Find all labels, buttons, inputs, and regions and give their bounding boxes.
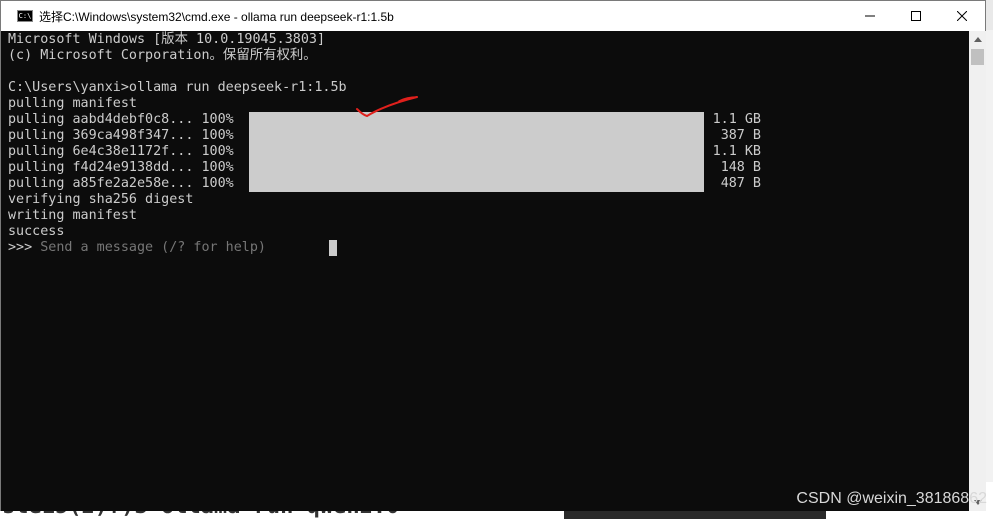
- pull-size: 148 B: [720, 160, 761, 175]
- pull-size: 387 B: [720, 128, 761, 143]
- console-line: verifying sha256 digest: [8, 192, 194, 207]
- scroll-up-button[interactable]: [969, 31, 986, 48]
- minimize-button[interactable]: [847, 1, 893, 31]
- maximize-button[interactable]: [893, 1, 939, 31]
- console-line: C:\Users\yanxi>ollama run deepseek-r1:1.…: [8, 80, 347, 95]
- pull-size: 1.1 GB: [712, 112, 761, 127]
- window-controls: [847, 1, 985, 31]
- prompt-placeholder: Send a message (/? for help): [40, 240, 266, 255]
- console-line: writing manifest: [8, 208, 137, 223]
- pull-line: pulling a85fe2a2e58e... 100%: [8, 176, 234, 191]
- csdn-watermark: CSDN @weixin_38186862: [796, 490, 987, 507]
- pull-line: pulling 6e4c38e1172f... 100%: [8, 144, 234, 159]
- progress-bar: [249, 160, 704, 176]
- pull-size: 487 B: [720, 176, 761, 191]
- console-line: Microsoft Windows [版本 10.0.19045.3803]: [8, 32, 326, 47]
- title-bar[interactable]: C:\ 选择C:\Windows\system32\cmd.exe - olla…: [1, 1, 985, 31]
- vertical-scrollbar[interactable]: [969, 31, 986, 511]
- progress-bar: [249, 112, 704, 128]
- cmd-window: C:\ 选择C:\Windows\system32\cmd.exe - olla…: [0, 0, 986, 511]
- progress-bar: [249, 128, 704, 144]
- console-line: success: [8, 224, 65, 239]
- console-line: (c) Microsoft Corporation。保留所有权利。: [8, 48, 317, 63]
- close-icon: [957, 11, 967, 21]
- minimize-icon: [865, 15, 875, 17]
- pull-line: pulling f4d24e9138dd... 100%: [8, 160, 234, 175]
- chevron-up-icon: [973, 37, 982, 42]
- cmd-icon: C:\: [17, 10, 33, 22]
- close-button[interactable]: [939, 1, 985, 31]
- prompt-line[interactable]: >>> Send a message (/? for help): [8, 240, 266, 256]
- progress-bar: [249, 176, 704, 192]
- pull-size: 1.1 KB: [712, 144, 761, 159]
- console-line: pulling manifest: [8, 96, 137, 111]
- pull-line: pulling aabd4debf0c8... 100%: [8, 112, 234, 127]
- pull-line: pulling 369ca498f347... 100%: [8, 128, 234, 143]
- text-cursor: [329, 240, 337, 256]
- background-right-strip: [985, 30, 993, 519]
- maximize-icon: [911, 11, 921, 21]
- red-checkmark-annotation: [356, 96, 418, 118]
- window-title: 选择C:\Windows\system32\cmd.exe - ollama r…: [39, 9, 394, 24]
- prompt-symbol: >>>: [8, 240, 41, 255]
- console-output[interactable]: Microsoft Windows [版本 10.0.19045.3803] (…: [1, 31, 969, 511]
- progress-bar: [249, 144, 704, 160]
- scroll-thumb[interactable]: [971, 49, 984, 65]
